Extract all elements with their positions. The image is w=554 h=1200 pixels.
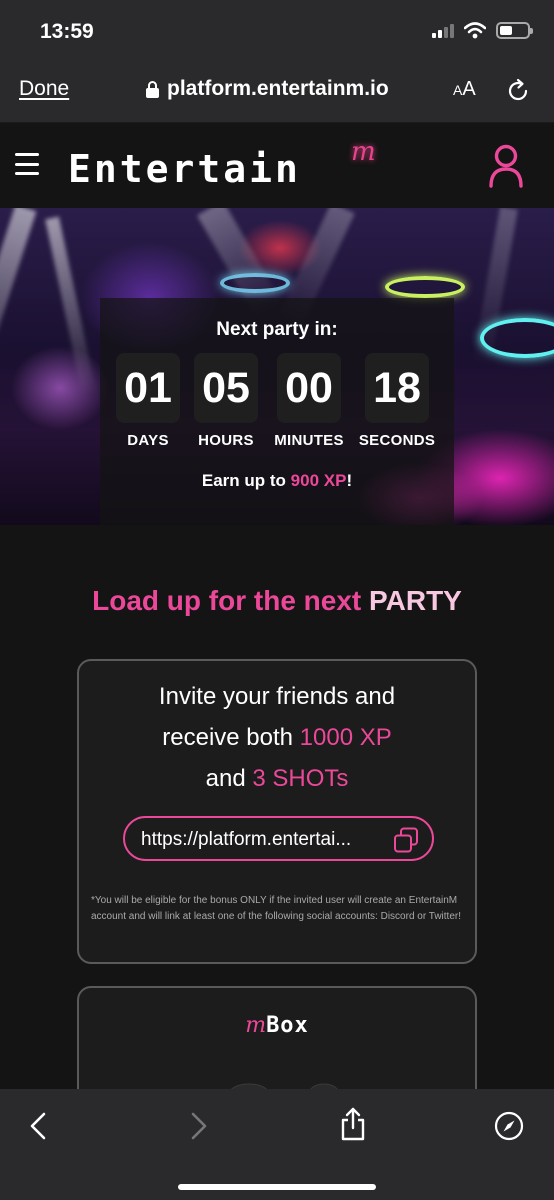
logo-mark: m [351,137,376,167]
neon-ring [385,276,465,298]
countdown-hours-label: HOURS [198,432,254,449]
compass-icon[interactable] [494,1111,524,1141]
countdown-minutes-value: 00 [277,353,341,423]
neon-ring [220,273,290,293]
site-header: Entertain m [0,123,554,208]
done-button[interactable]: Done [19,77,69,101]
countdown-hours: 05 HOURS [186,353,266,449]
status-bar: 13:59 [0,0,554,60]
light-beam [45,216,97,396]
browser-address-bar: Done platform.entertainm.io AA [0,60,554,123]
forward-arrow-icon[interactable] [183,1111,213,1141]
xp-reward: 1000 XP [299,724,392,751]
countdown-seconds-label: SECONDS [358,432,436,449]
lock-icon [146,80,159,98]
countdown-title: Next party in: [216,319,338,340]
countdown-days: 01 DAYS [108,353,188,449]
countdown-panel: Next party in: 01 DAYS 05 HOURS 00 MINUT… [100,298,454,525]
countdown-seconds: 18 SECONDS [357,353,437,449]
bonus-disclaimer: *You will be eligible for the bonus ONLY… [91,895,461,922]
referral-link-field[interactable]: https://platform.entertai... [123,816,434,861]
reload-icon[interactable] [505,78,531,104]
shots-reward: 3 SHOTs [252,765,349,792]
wifi-icon [464,22,486,39]
battery-icon [496,22,533,39]
text-size-button[interactable]: AA [453,78,476,101]
user-account-icon[interactable] [488,144,524,188]
countdown-minutes: 00 MINUTES [269,353,349,449]
hamburger-menu-icon[interactable] [15,153,39,175]
back-arrow-icon[interactable] [24,1111,54,1141]
countdown-days-value: 01 [116,353,180,423]
earn-xp-amount: 900 XP [290,471,347,490]
logo-word: Entertain [68,147,301,191]
status-time: 13:59 [40,20,94,43]
earn-xp-text: Earn up to 900 XP! [201,471,353,490]
url-field[interactable]: platform.entertainm.io [146,77,389,101]
copy-icon[interactable] [393,827,419,853]
url-text: platform.entertainm.io [167,77,389,100]
countdown-days-label: DAYS [127,432,169,449]
countdown-seconds-value: 18 [365,353,429,423]
status-icons [432,22,533,39]
hero-banner: Next party in: 01 DAYS 05 HOURS 00 MINUT… [0,208,554,525]
referral-link-text: https://platform.entertai... [141,829,352,850]
invite-text: Invite your friends and receive both 100… [158,683,396,792]
share-icon[interactable] [338,1107,368,1141]
invite-card: Invite your friends and receive both 100… [77,659,477,964]
signal-icon [432,23,454,38]
mbox-logo: mBox [245,1013,309,1038]
home-indicator [178,1184,376,1190]
light-beam [0,208,37,402]
section-title: Load up for the next PARTY [92,585,462,616]
countdown-minutes-label: MINUTES [274,432,344,449]
countdown-hours-value: 05 [194,353,258,423]
